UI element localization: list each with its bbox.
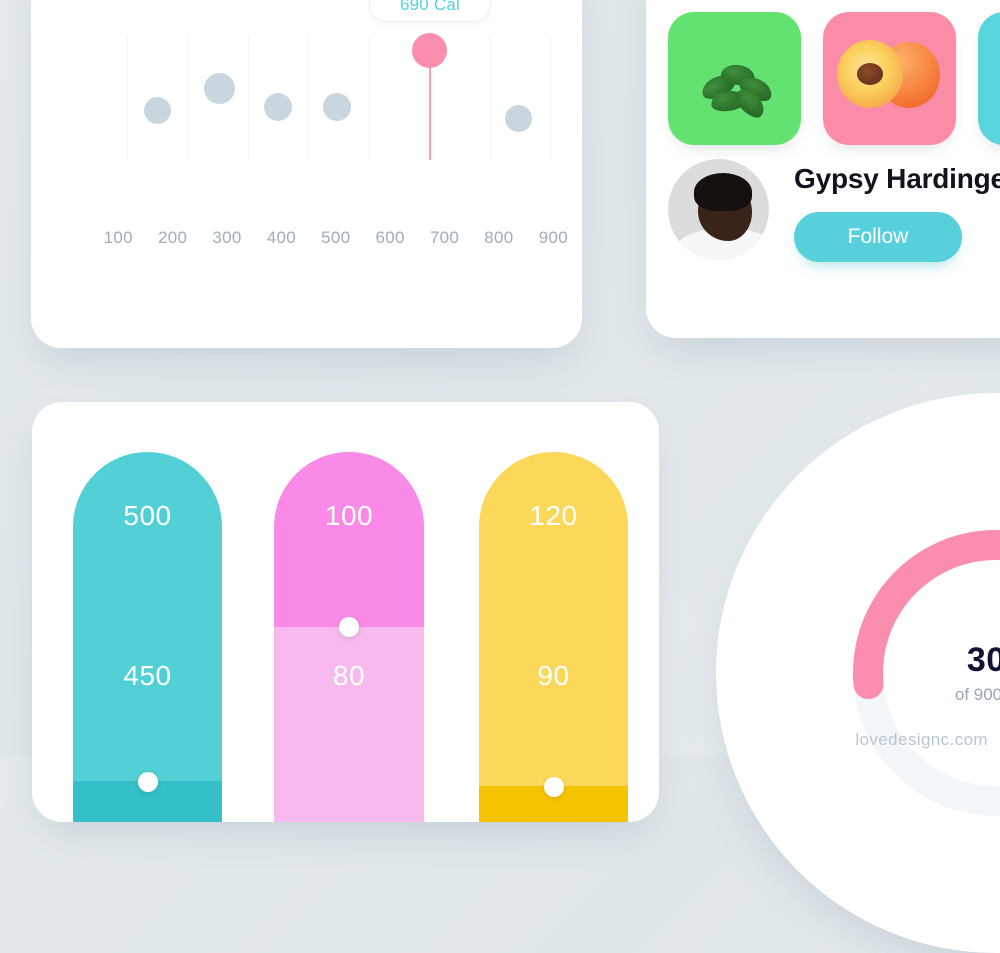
gridline [248, 36, 249, 160]
profile-name: Gypsy Hardinge [794, 163, 1000, 194]
x-tick: 600 [375, 228, 405, 247]
donut-center-label: 300 of 900 kcal [896, 641, 1000, 705]
bar-bottom-value: 90 [537, 660, 570, 691]
app-canvas: 690 Cal 100 200 300 400 500 600 700 800 … [0, 0, 1000, 953]
profile-card: Gypsy Hardinge Follow [646, 0, 1000, 338]
calorie-gauge-card: 300 of 900 kcal [716, 393, 1000, 953]
data-point[interactable] [505, 105, 532, 132]
bar-bottom-value: 450 [123, 660, 172, 691]
profile-row: Gypsy Hardinge Follow [668, 159, 1000, 262]
calories-bar[interactable]: 500 450 [73, 452, 222, 822]
x-tick: 300 [212, 228, 242, 247]
bar-filled-segment [274, 452, 424, 627]
protein-bar[interactable]: 120 90 [479, 452, 628, 822]
x-tick: 400 [266, 228, 296, 247]
calorie-badge-label: 690 Cal [400, 0, 460, 14]
peach-half-icon [837, 40, 903, 108]
data-point[interactable] [323, 93, 351, 121]
bar-handle[interactable] [543, 777, 564, 797]
calorie-badge: 690 Cal [369, 0, 491, 22]
bar-top-value: 120 [529, 500, 578, 531]
x-tick: 800 [484, 228, 514, 247]
nutrient-bars-card: 500 450 100 80 120 90 [32, 402, 659, 822]
bar-handle[interactable] [339, 617, 359, 637]
gridline [187, 36, 188, 160]
data-point[interactable] [264, 93, 292, 121]
x-tick: 100 [103, 228, 133, 247]
x-tick: 200 [157, 228, 188, 247]
gridline [127, 36, 128, 160]
follow-button[interactable]: Follow [794, 212, 962, 262]
calorie-donut-chart[interactable]: 300 of 900 kcal [826, 503, 1000, 843]
x-tick: 700 [429, 228, 460, 247]
peach-pit-icon [857, 63, 883, 85]
watermark: lovedesignc.com [855, 730, 988, 749]
scatter-plot[interactable]: 690 Cal 100 200 300 400 500 600 700 800 … [31, 0, 582, 348]
gridline [550, 36, 551, 160]
carbs-bar[interactable]: 100 80 [274, 452, 424, 822]
calorie-scatter-card: 690 Cal 100 200 300 400 500 600 700 800 … [31, 0, 582, 348]
x-tick: 900 [538, 228, 568, 247]
data-point[interactable] [144, 97, 171, 124]
avatar[interactable] [668, 159, 769, 260]
data-point[interactable] [204, 73, 235, 104]
bar-handle[interactable] [137, 772, 158, 792]
x-tick: 500 [321, 228, 351, 247]
gridline [369, 36, 370, 160]
marker-stem [429, 56, 431, 160]
bar-top-value: 500 [123, 500, 172, 531]
gridline [308, 36, 309, 160]
selected-data-point[interactable] [412, 33, 447, 68]
peach-tile[interactable] [823, 12, 956, 145]
spinach-tile[interactable] [668, 12, 801, 145]
food-tile-row [668, 12, 1000, 145]
bar-bottom-value: 80 [332, 660, 366, 691]
bar-top-value: 100 [324, 500, 374, 531]
greens-tile[interactable] [978, 12, 1000, 145]
gridline [490, 36, 491, 160]
donut-value: 300 [966, 641, 1000, 679]
x-axis-labels: 100 200 300 400 500 600 700 800 900 [91, 228, 581, 248]
donut-subtitle: of 900 kcal [954, 685, 1000, 704]
